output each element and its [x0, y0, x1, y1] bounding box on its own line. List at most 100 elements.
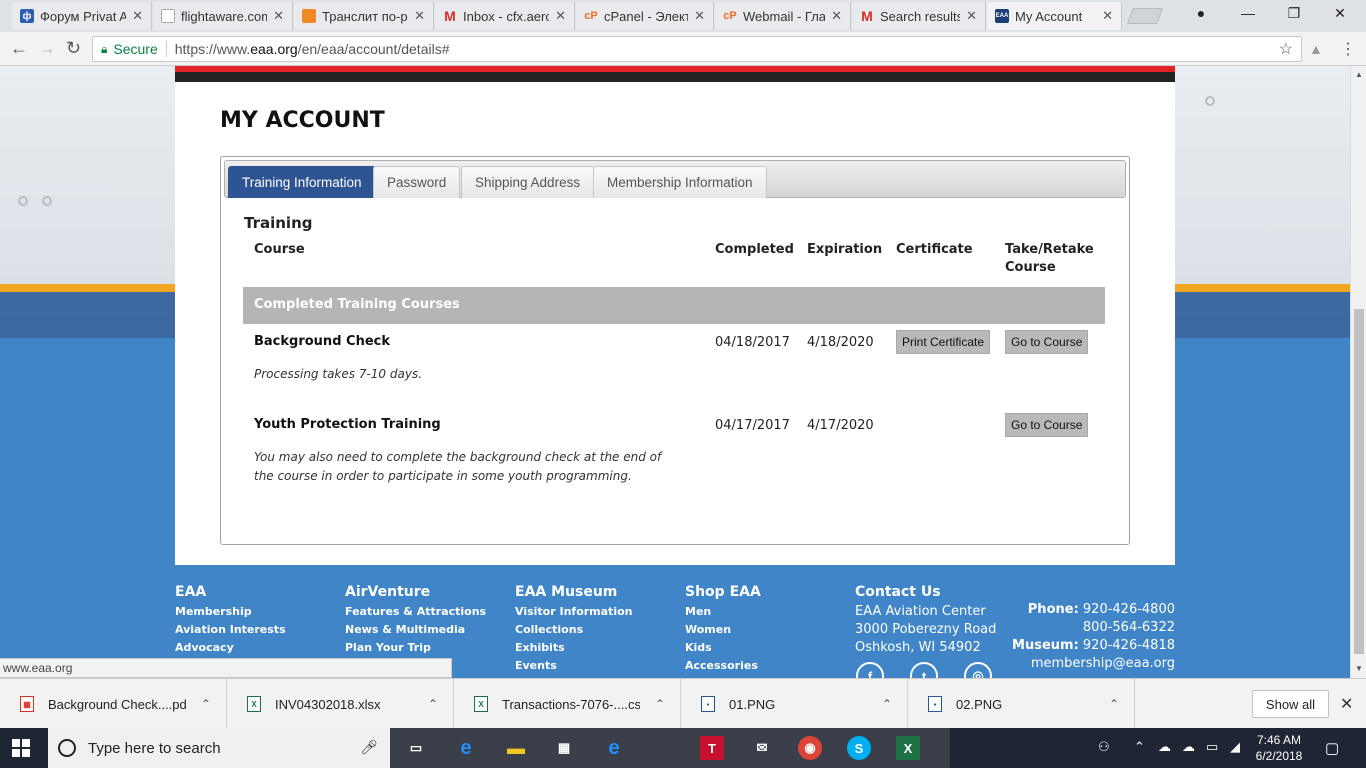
windows-start-icon[interactable] — [12, 739, 30, 757]
close-tab-icon[interactable]: ✕ — [831, 8, 842, 24]
close-tab-icon[interactable]: ✕ — [273, 8, 284, 24]
tab-shipping-address[interactable]: Shipping Address — [461, 166, 595, 198]
notifications-icon[interactable]: ▢ — [1325, 739, 1339, 757]
print-certificate-button[interactable]: Print Certificate — [896, 330, 991, 354]
course-note: You may also need to complete the backgr… — [254, 450, 662, 483]
scroll-down-icon[interactable]: ▼ — [1355, 664, 1363, 673]
browser-tab[interactable]: ф Форум Privat A ✕ — [12, 2, 152, 30]
extension-icon[interactable]: ▲ — [1309, 41, 1323, 57]
battery-icon[interactable]: ▭ — [1206, 739, 1218, 755]
footer-link[interactable]: Accessories — [685, 657, 761, 675]
chrome-icon[interactable]: ◉ — [798, 736, 822, 760]
wifi-icon[interactable]: ◢ — [1230, 739, 1240, 755]
taskbar-clock[interactable]: 7:46 AM 6/2/2018 — [1250, 732, 1308, 764]
back-icon[interactable]: ← — [10, 38, 28, 59]
tab-membership-information[interactable]: Membership Information — [593, 166, 767, 198]
status-bar-url: www.eaa.org — [0, 658, 452, 678]
bookmark-star-icon[interactable]: ☆ — [1279, 39, 1293, 59]
mail-icon[interactable]: ✉ — [750, 736, 774, 760]
reload-icon[interactable]: ↻ — [66, 38, 81, 59]
store-icon[interactable]: ▦ — [552, 736, 576, 760]
footer-link[interactable]: Events — [515, 657, 632, 675]
file-explorer-icon[interactable]: ▬ — [504, 736, 528, 760]
page-title: MY ACCOUNT — [220, 108, 385, 133]
footer-link[interactable]: Visitor Information — [515, 603, 632, 621]
footer-link[interactable]: Advocacy — [175, 639, 286, 657]
close-tab-icon[interactable]: ✕ — [414, 8, 425, 24]
scroll-up-icon[interactable]: ▲ — [1355, 70, 1363, 79]
task-view-icon[interactable]: ▭ — [404, 736, 428, 760]
browser-tab[interactable]: M Search results ✕ — [852, 2, 986, 30]
browser-tab-active[interactable]: EAA My Account ✕ — [987, 2, 1122, 30]
show-all-button[interactable]: Show all — [1252, 690, 1329, 718]
download-item[interactable]: X Transactions-7076-....csv ⌃ — [454, 679, 681, 729]
footer-link[interactable]: News & Multimedia — [345, 621, 486, 639]
download-item[interactable]: ▦ Background Check....pdf ⌃ — [0, 679, 227, 729]
chevron-up-icon[interactable]: ⌃ — [413, 697, 453, 711]
microphone-icon[interactable]: 🎤︎ — [360, 739, 378, 756]
taskbar-search[interactable]: Type here to search 🎤︎ — [48, 728, 390, 768]
go-to-course-button[interactable]: Go to Course — [1005, 413, 1089, 437]
close-tab-icon[interactable]: ✕ — [555, 8, 566, 24]
column-header-course: Course — [254, 242, 305, 257]
close-tab-icon[interactable]: ✕ — [132, 8, 143, 24]
phone-number[interactable]: 800-564-6322 — [1000, 619, 1175, 637]
chevron-up-icon[interactable]: ⌃ — [1134, 739, 1145, 755]
footer-link[interactable]: Plan Your Trip — [345, 639, 486, 657]
email-link[interactable]: membership@eaa.org — [1000, 655, 1175, 673]
browser-tab[interactable]: cP Webmail - Глав ✕ — [715, 2, 851, 30]
people-icon[interactable]: ⚇ — [1098, 739, 1110, 755]
cloud-icon[interactable]: ☁ — [1182, 739, 1195, 755]
edge-icon[interactable]: e — [454, 736, 478, 760]
chevron-up-icon[interactable]: ⌃ — [186, 697, 226, 711]
close-tab-icon[interactable]: ✕ — [1102, 8, 1113, 24]
restore-icon[interactable]: ❐ — [1274, 5, 1314, 22]
address-bar[interactable]: 🔒︎ Secure https://www.eaa.org/en/eaa/acc… — [92, 36, 1302, 62]
chevron-up-icon[interactable]: ⌃ — [640, 697, 680, 711]
chevron-up-icon[interactable]: ⌃ — [867, 697, 907, 711]
tab-training-information[interactable]: Training Information — [228, 166, 376, 198]
close-tab-icon[interactable]: ✕ — [694, 8, 705, 24]
skype-icon[interactable]: S — [847, 736, 871, 760]
footer-link[interactable]: Kids — [685, 639, 761, 657]
download-item[interactable]: X INV04302018.xlsx ⌃ — [227, 679, 454, 729]
browser-tab[interactable]: cP cPanel - Электр ✕ — [576, 2, 714, 30]
page-favicon-icon — [161, 9, 175, 23]
download-item[interactable]: ▪ 01.PNG ⌃ — [681, 679, 908, 729]
browser-tab[interactable]: flightaware.com ✕ — [153, 2, 293, 30]
menu-icon[interactable]: ⋮ — [1340, 39, 1356, 59]
go-to-course-button[interactable]: Go to Course — [1005, 330, 1089, 354]
address-line: EAA Aviation Center — [855, 604, 986, 619]
scroll-thumb[interactable] — [1354, 309, 1364, 654]
browser-tab[interactable]: Транслит по-р ✕ — [294, 2, 434, 30]
onedrive-icon[interactable]: ☁ — [1158, 739, 1171, 755]
footer-link[interactable]: Features & Attractions — [345, 603, 486, 621]
forward-icon[interactable]: → — [38, 38, 56, 59]
minimize-icon[interactable]: — — [1228, 5, 1268, 21]
footer-link[interactable]: Exhibits — [515, 639, 632, 657]
museum-phone[interactable]: 920-426-4818 — [1083, 638, 1175, 653]
footer-link[interactable]: Women — [685, 621, 761, 639]
new-tab-button[interactable] — [1127, 8, 1163, 24]
footer-heading: EAA — [175, 584, 207, 600]
browser-tab[interactable]: M Inbox - cfx.aerc ✕ — [435, 2, 575, 30]
footer-link[interactable]: Men — [685, 603, 761, 621]
page-viewport: MY ACCOUNT Training Information Password… — [0, 66, 1350, 678]
footer-link[interactable]: Aviation Interests — [175, 621, 286, 639]
excel-icon[interactable]: X — [896, 736, 920, 760]
tab-password[interactable]: Password — [373, 166, 461, 198]
footer-link[interactable]: Collections — [515, 621, 632, 639]
close-window-icon[interactable]: ✕ — [1320, 5, 1360, 22]
close-tab-icon[interactable]: ✕ — [966, 8, 977, 24]
phone-number[interactable]: 920-426-4800 — [1083, 602, 1175, 617]
group-row-completed: Completed Training Courses — [243, 287, 1105, 324]
chevron-up-icon[interactable]: ⌃ — [1094, 697, 1134, 711]
ie-icon[interactable]: e — [602, 736, 626, 760]
close-downloads-icon[interactable]: ✕ — [1340, 694, 1353, 714]
excel-file-icon: X — [474, 696, 488, 712]
profile-icon[interactable]: ● — [1181, 5, 1221, 21]
download-item[interactable]: ▪ 02.PNG ⌃ — [908, 679, 1135, 729]
t-app-icon[interactable]: T — [700, 736, 724, 760]
page-scrollbar[interactable]: ▲ ▼ — [1350, 66, 1366, 678]
footer-link[interactable]: Membership — [175, 603, 286, 621]
